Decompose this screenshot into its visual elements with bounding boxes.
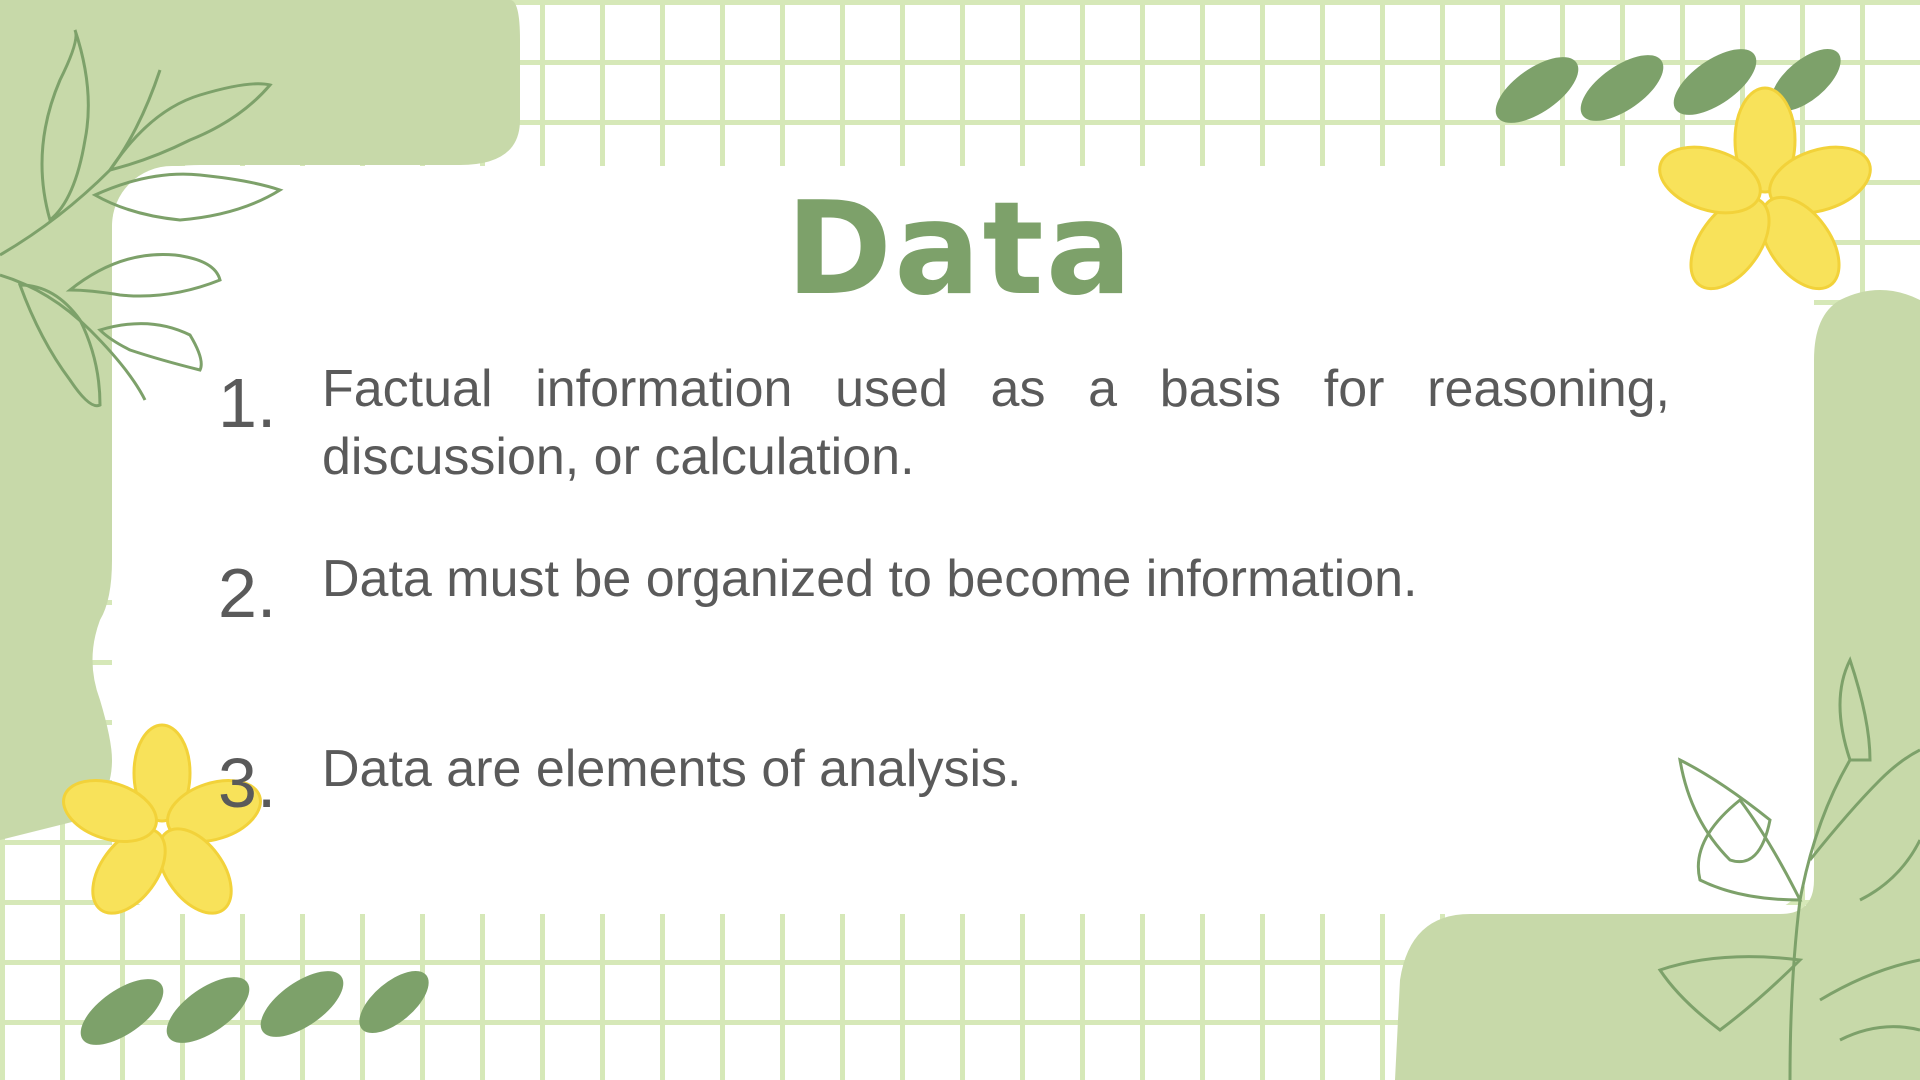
list-item-text: Data must be organized to become informa… <box>322 550 1418 608</box>
list-item-number: 2. <box>218 554 277 632</box>
leaf-stroke-icon <box>80 970 429 1045</box>
list-item-number: 3. <box>218 744 277 822</box>
list-item-text: Factual information used as a basis for … <box>322 360 1670 486</box>
slide-title: Data <box>785 175 1135 324</box>
leaf-stroke-icon <box>1495 48 1841 123</box>
slide: Data 1. Factual information used as a ba… <box>0 0 1920 1080</box>
background-decorations <box>0 0 1920 1080</box>
list-item-text: Data are elements of analysis. <box>322 740 1022 798</box>
list-item-number: 1. <box>218 364 277 442</box>
